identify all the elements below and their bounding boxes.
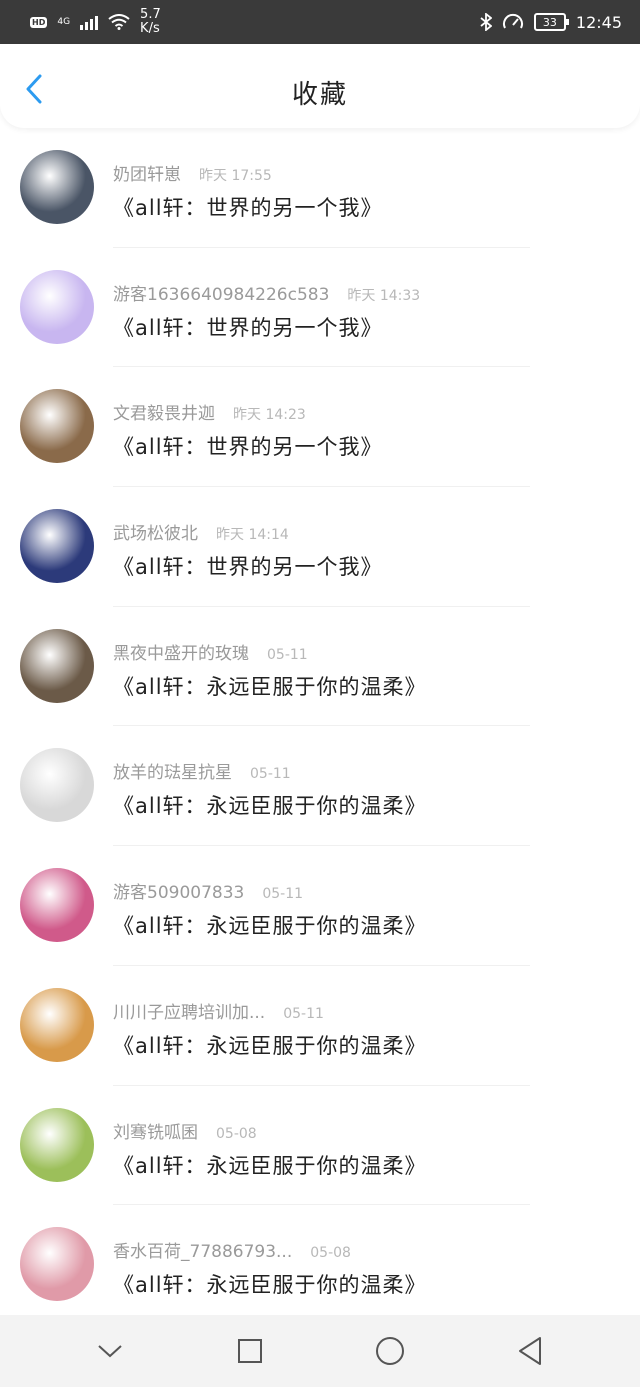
circle-icon [376,1337,404,1365]
book-title: 《all轩：永远臣服于你的温柔》 [113,1033,427,1058]
list-item[interactable]: 刘骞铣呱囷 05-08 《all轩：永远臣服于你的温柔》 [0,1086,640,1206]
user-name-text: 放羊的琺星抗星 [113,763,232,784]
user-name-text: 游客509007833 [113,883,245,904]
list-item[interactable]: 香水百荷_77886793... 05-08 《all轩：永远臣服于你的温柔》 [0,1205,640,1325]
list-item[interactable]: 奶团轩崽 昨天 17:55 《all轩：世界的另一个我》 [0,128,640,248]
list-item[interactable]: 游客509007833 05-11 《all轩：永远臣服于你的温柔》 [0,846,640,966]
book-title: 《all轩：世界的另一个我》 [113,315,383,340]
triangle-back-icon [519,1337,541,1365]
book-title: 《all轩：世界的另一个我》 [113,435,383,460]
avatar[interactable] [20,389,94,464]
user-name-text: 游客1636640984226c583 [113,284,330,305]
nav-home-button[interactable] [370,1331,410,1371]
wifi-icon [108,14,130,30]
square-icon [238,1339,262,1363]
book-title: 《all轩：世界的另一个我》 [113,196,383,220]
avatar[interactable] [20,150,94,224]
timestamp: 05-11 [267,646,308,663]
page-header: 收藏 [0,44,640,128]
nav-recents-button[interactable] [230,1331,270,1371]
avatar[interactable] [20,748,94,823]
book-title: 《all轩：永远臣服于你的温柔》 [113,914,427,939]
list-item[interactable]: 游客1636640984226c583 昨天 14:33 《all轩：世界的另一个… [0,248,640,368]
avatar[interactable] [20,269,94,344]
book-title: 《all轩：永远臣服于你的温柔》 [113,674,427,699]
chevron-down-icon [98,1345,122,1358]
list-item[interactable]: 放羊的琺星抗星 05-11 《all轩：永远臣服于你的温柔》 [0,726,640,847]
book-title: 《all轩：永远臣服于你的温柔》 [113,1153,427,1178]
avatar[interactable] [20,509,94,584]
user-name: 放羊的琺星抗星 05-11 [113,758,291,783]
nav-back-button[interactable] [510,1331,550,1371]
timestamp: 05-08 [310,1245,351,1262]
signal-icon [80,14,99,30]
user-name: 文君毅畏井迦 昨天 14:23 [113,399,306,424]
clock: 12:45 [575,12,622,32]
status-bar: HD 4G 5.7 K/s 33 12:45 [0,0,640,44]
user-name-text: 刘骞铣呱囷 [113,1122,198,1143]
timestamp: 05-08 [216,1125,257,1142]
book-title: 《all轩：永远臣服于你的温柔》 [113,1273,427,1298]
timestamp: 昨天 14:14 [216,527,289,544]
user-name: 游客509007833 05-11 [113,878,303,903]
favorites-list: 奶团轩崽 昨天 17:55 《all轩：世界的另一个我》 游客1636640984… [0,128,640,1325]
avatar[interactable] [20,868,94,943]
list-item[interactable]: 黑夜中盛开的玫瑰 05-11 《all轩：永远臣服于你的温柔》 [0,607,640,727]
page-title: 收藏 [291,80,348,110]
status-bar-left: HD 4G 5.7 K/s [30,8,161,36]
user-name: 游客1636640984226c583 昨天 14:33 [113,280,420,305]
user-name-text: 武场松彼北 [113,524,198,545]
user-name-text: 香水百荷_77886793... [113,1242,293,1263]
user-name: 刘骞铣呱囷 05-08 [113,1118,257,1143]
battery-icon: 33 [533,13,569,31]
network-speed: 5.7 K/s [140,8,161,36]
status-bar-right: 33 12:45 [480,13,622,32]
nav-collapse-button[interactable] [90,1331,130,1371]
user-name-text: 川川子应聘培训加... [113,1002,266,1023]
avatar[interactable] [20,987,94,1062]
user-name-text: 黑夜中盛开的玫瑰 [113,643,249,664]
user-name: 川川子应聘培训加... 05-11 [113,998,324,1023]
user-name-text: 奶团轩崽 [113,165,181,185]
book-title: 《all轩：世界的另一个我》 [113,555,383,580]
book-title: 《all轩：永远臣服于你的温柔》 [113,794,427,819]
user-name: 奶团轩崽 昨天 17:55 [113,160,272,185]
battery-level: 33 [542,15,557,29]
timestamp: 昨天 17:55 [199,168,272,184]
timestamp: 05-11 [250,766,291,783]
avatar[interactable] [20,1227,94,1302]
timestamp: 昨天 14:23 [233,407,306,424]
list-item[interactable]: 文君毅畏井迦 昨天 14:23 《all轩：世界的另一个我》 [0,367,640,488]
timestamp: 昨天 14:33 [347,287,421,304]
avatar[interactable] [20,628,94,703]
network-type: 4G [57,16,71,27]
speedometer-icon [502,13,523,29]
avatar[interactable] [20,1107,94,1182]
bluetooth-icon [480,13,492,31]
list-item[interactable]: 川川子应聘培训加... 05-11 《all轩：永远臣服于你的温柔》 [0,966,640,1086]
user-name: 武场松彼北 昨天 14:14 [113,519,289,544]
list-item[interactable]: 武场松彼北 昨天 14:14 《all轩：世界的另一个我》 [0,487,640,607]
speed-unit: K/s [140,21,160,36]
user-name-text: 文君毅畏井迦 [113,404,215,425]
user-name: 黑夜中盛开的玫瑰 05-11 [113,639,308,664]
user-name: 香水百荷_77886793... 05-08 [113,1237,351,1262]
hd-badge: HD [30,16,48,28]
speed-value: 5.7 [140,7,161,22]
system-navigation-bar [0,1315,640,1387]
timestamp: 05-11 [283,1005,324,1022]
timestamp: 05-11 [262,886,304,903]
